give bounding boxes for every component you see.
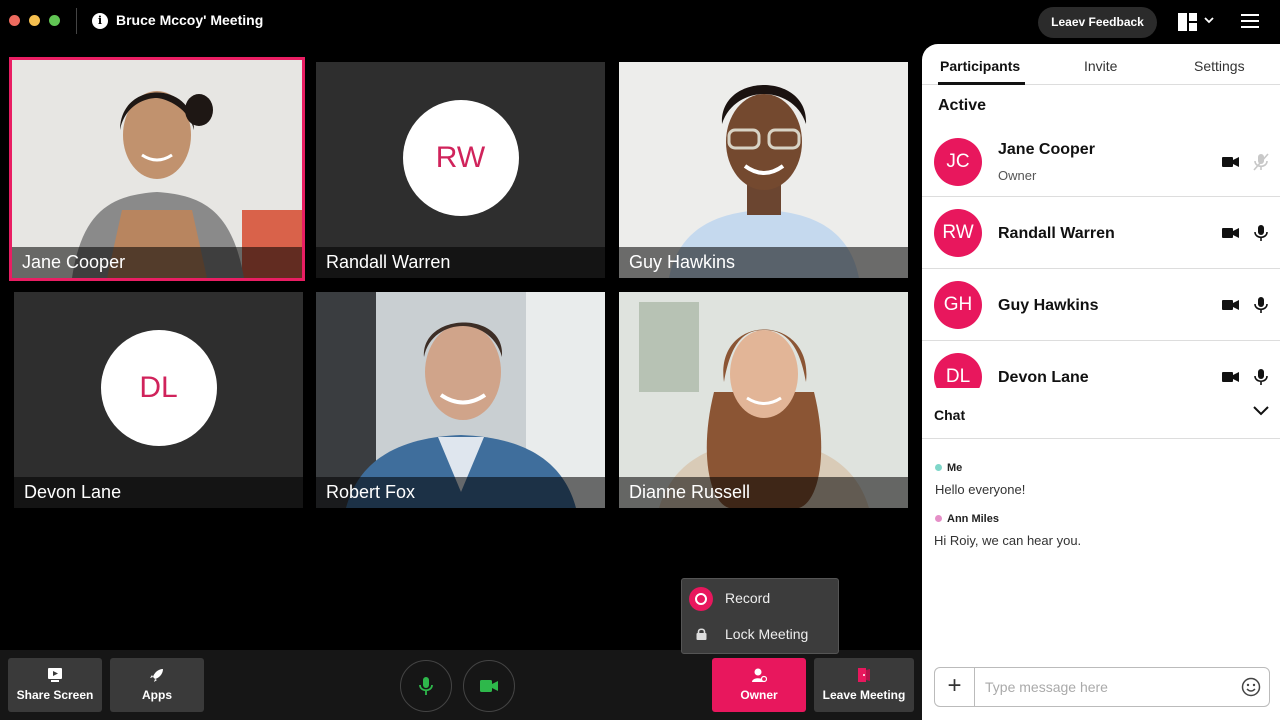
avatar: DL xyxy=(934,353,982,388)
participant-row[interactable]: RW Randall Warren xyxy=(922,197,1280,269)
layout-grid-icon xyxy=(1178,13,1187,31)
author-status-dot xyxy=(935,515,942,522)
meeting-title: Bruce Mccoy' Meeting xyxy=(116,12,264,28)
rocket-icon xyxy=(150,669,163,682)
owner-label: Owner xyxy=(740,688,778,702)
video-tile-robert-fox[interactable]: Robert Fox xyxy=(316,292,605,508)
apps-button[interactable]: Apps xyxy=(110,658,204,712)
camera-icon[interactable] xyxy=(1222,156,1239,168)
message-text: Hi Roiy, we can hear you. xyxy=(934,533,1082,548)
participant-row[interactable]: JC Jane Cooper Owner xyxy=(922,126,1280,197)
video-tile-randall-warren[interactable]: RW Randall Warren xyxy=(316,62,605,278)
message-text: Hello everyone! xyxy=(935,482,1026,497)
chevron-down-icon xyxy=(1204,17,1214,24)
title-bar: i Bruce Mccoy' Meeting xyxy=(0,0,920,44)
message-input[interactable] xyxy=(985,677,1225,697)
avatar: RW xyxy=(402,100,519,216)
leave-feedback-button[interactable]: Leaev Feedback xyxy=(1038,7,1157,38)
user-settings-icon xyxy=(752,668,767,683)
chat-heading: Chat xyxy=(934,407,966,423)
maximize-window-button[interactable] xyxy=(49,15,60,26)
microphone-icon[interactable] xyxy=(1253,368,1269,386)
participant-name: Dianne Russell xyxy=(619,477,908,508)
info-icon[interactable]: i xyxy=(92,13,108,29)
apps-label: Apps xyxy=(142,688,172,702)
message-author: Me xyxy=(947,462,963,474)
chat-section-header[interactable]: Chat xyxy=(922,388,1280,439)
minimize-window-button[interactable] xyxy=(29,15,40,26)
owner-options-menu: Record Lock Meeting xyxy=(681,578,839,654)
panel-tabs: Participants Invite Settings xyxy=(922,44,1280,85)
leave-meeting-button[interactable]: Leave Meeting xyxy=(814,658,914,712)
participant-name: Randall Warren xyxy=(316,247,605,278)
video-tile-dianne-russell[interactable]: Dianne Russell xyxy=(619,292,908,508)
avatar: GH xyxy=(934,281,982,329)
participant-row[interactable]: GH Guy Hawkins xyxy=(922,269,1280,341)
share-screen-button[interactable]: Share Screen xyxy=(8,658,102,712)
tab-participants[interactable]: Participants xyxy=(940,58,1020,74)
participant-video xyxy=(619,292,908,508)
hamburger-menu-icon[interactable] xyxy=(1241,14,1259,30)
camera-icon[interactable] xyxy=(1222,371,1239,383)
participant-video xyxy=(619,62,908,278)
participant-video xyxy=(316,292,605,508)
participant-name: Guy Hawkins xyxy=(998,297,1099,314)
message-author: Ann Miles xyxy=(947,513,999,525)
author-status-dot xyxy=(935,464,942,471)
chevron-down-icon[interactable] xyxy=(1252,404,1270,416)
menu-item-label: Lock Meeting xyxy=(725,626,809,642)
menu-item-record[interactable]: Record xyxy=(682,580,840,616)
microphone-icon xyxy=(419,677,433,695)
title-divider xyxy=(76,8,77,34)
add-attachment-button[interactable]: + xyxy=(935,668,975,706)
participant-name: Devon Lane xyxy=(998,369,1089,386)
participant-video xyxy=(12,60,302,278)
menu-item-lock-meeting[interactable]: Lock Meeting xyxy=(682,616,840,652)
participant-row[interactable]: DL Devon Lane xyxy=(922,341,1280,388)
avatar: RW xyxy=(934,209,982,257)
microphone-icon[interactable] xyxy=(1253,224,1269,242)
video-tile-devon-lane[interactable]: DL Devon Lane xyxy=(14,292,303,508)
layout-grid-icon-cell xyxy=(1189,13,1197,21)
owner-button[interactable]: Owner xyxy=(712,658,806,712)
avatar: DL xyxy=(100,330,217,446)
active-tab-indicator xyxy=(938,82,1025,85)
camera-icon xyxy=(480,680,498,692)
participant-name: Jane Cooper xyxy=(998,141,1095,158)
camera-icon[interactable] xyxy=(1222,299,1239,311)
meeting-toolbar: Share Screen Apps Owner Leave Meeting xyxy=(0,650,922,720)
avatar: JC xyxy=(934,138,982,186)
layout-switcher-button[interactable] xyxy=(1176,11,1216,33)
participant-name: Jane Cooper xyxy=(12,247,302,278)
video-tile-guy-hawkins[interactable]: Guy Hawkins xyxy=(619,62,908,278)
video-tile-jane-cooper[interactable]: Jane Cooper xyxy=(9,57,305,281)
participant-name: Randall Warren xyxy=(998,225,1115,242)
layout-grid-icon-cell xyxy=(1189,23,1197,31)
leave-meeting-label: Leave Meeting xyxy=(822,688,906,702)
participant-list: JC Jane Cooper Owner RW Randall Warren G… xyxy=(922,126,1280,388)
participant-name: Devon Lane xyxy=(14,477,303,508)
tab-invite[interactable]: Invite xyxy=(1084,58,1117,74)
participant-name: Robert Fox xyxy=(316,477,605,508)
menu-item-label: Record xyxy=(725,590,771,606)
mic-muted-icon[interactable] xyxy=(1253,153,1269,171)
emoji-icon[interactable] xyxy=(1241,677,1261,697)
tab-settings[interactable]: Settings xyxy=(1194,58,1245,74)
participant-role: Owner xyxy=(998,168,1037,183)
close-window-button[interactable] xyxy=(9,15,20,26)
microphone-toggle-button[interactable] xyxy=(400,660,452,712)
record-icon xyxy=(689,587,713,611)
share-screen-icon xyxy=(48,668,62,682)
side-panel: Participants Invite Settings Active JC J… xyxy=(922,44,1280,720)
camera-icon[interactable] xyxy=(1222,227,1239,239)
participant-name: Guy Hawkins xyxy=(619,247,908,278)
message-composer: + xyxy=(934,667,1270,707)
active-section-heading: Active xyxy=(938,97,987,114)
leave-door-icon xyxy=(858,668,870,682)
microphone-icon[interactable] xyxy=(1253,296,1269,314)
lock-icon xyxy=(696,628,707,640)
camera-toggle-button[interactable] xyxy=(463,660,515,712)
share-screen-label: Share Screen xyxy=(16,688,94,702)
